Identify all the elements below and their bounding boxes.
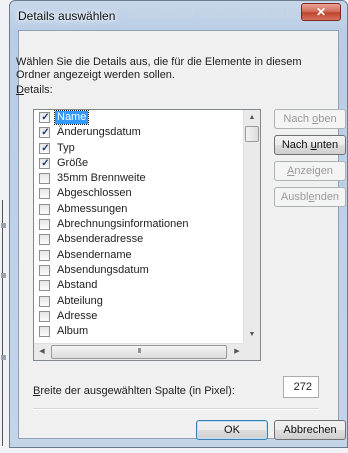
scroll-down-icon[interactable]: ▼ — [244, 327, 260, 343]
list-item[interactable]: ✓ Änderungsdatum — [34, 125, 245, 140]
background-divider — [2, 200, 3, 446]
background-marker — [1, 355, 6, 360]
list-item-label: Name — [53, 110, 90, 125]
title-bar[interactable]: 12.2012 12:38 Microsoft Office... 23 KB … — [10, 1, 347, 29]
list-item[interactable]: ✓ Typ — [34, 141, 245, 156]
list-item-label: Größe — [57, 156, 89, 169]
item-checkbox[interactable]: ✓ — [39, 142, 50, 154]
background-ghost-text: 23 KB — [272, 9, 300, 20]
details-list: ✓ Name ✓ Änderungsdatum ✓ Typ ✓ Größe 35mm Brenn… — [34, 110, 245, 343]
list-item[interactable]: Abgeschlossen — [34, 186, 245, 201]
list-item-label: Abteilung — [57, 294, 103, 307]
details-listbox[interactable]: ✓ Name ✓ Änderungsdatum ✓ Typ ✓ Größe 35mm Brenn… — [33, 109, 261, 361]
background-ghost-text: 12.2012 12:38 — [130, 9, 194, 20]
background-ghost-text: Microsoft Office... — [200, 9, 278, 20]
item-checkbox[interactable] — [39, 310, 50, 322]
background-marker — [1, 273, 6, 278]
item-checkbox[interactable] — [39, 234, 50, 246]
list-item-label: Absendername — [57, 248, 132, 261]
dialog-description: Wählen Sie die Details aus, die für die … — [16, 56, 302, 81]
item-checkbox[interactable] — [39, 219, 50, 231]
item-checkbox[interactable] — [39, 280, 50, 292]
item-checkbox[interactable]: ✓ — [39, 112, 50, 123]
vertical-scroll-thumb[interactable] — [245, 126, 259, 142]
move-down-button[interactable]: Nach unten — [274, 135, 346, 155]
list-item-label: Album — [57, 325, 89, 338]
list-item[interactable]: Album — [34, 324, 245, 339]
horizontal-scroll-thumb[interactable]: III — [51, 345, 227, 359]
background-window-bottom — [0, 448, 348, 453]
move-up-button[interactable]: Nach oben — [274, 109, 346, 129]
list-item-label: Abmessungen — [57, 202, 128, 215]
hide-button[interactable]: Ausblenden — [274, 187, 346, 207]
list-item[interactable]: Abmessungen — [34, 202, 245, 217]
item-checkbox[interactable]: ✓ — [39, 127, 50, 139]
list-item-label: 35mm Brennweite — [57, 172, 146, 185]
cancel-button[interactable]: Abbrechen — [274, 420, 346, 440]
item-checkbox[interactable] — [39, 264, 50, 276]
button-separator — [33, 408, 319, 410]
list-item[interactable]: Absendungsdatum — [34, 263, 245, 278]
checkmark-icon: ✓ — [41, 127, 50, 139]
dialog-title: Details auswählen — [18, 9, 116, 23]
details-label: Details: — [16, 84, 53, 96]
checkmark-icon: ✓ — [41, 142, 50, 154]
list-item-label: Absenderadresse — [57, 233, 144, 246]
list-item[interactable]: Abrechnungsinformationen — [34, 217, 245, 232]
scrollbar-corner — [243, 343, 260, 360]
item-checkbox[interactable] — [39, 326, 50, 338]
list-item-label: Adresse — [57, 309, 98, 322]
list-item[interactable]: ✓ Größe — [34, 156, 245, 171]
list-item-label: Typ — [57, 141, 75, 154]
list-item-label: Abrechnungsinformationen — [57, 218, 189, 231]
list-item[interactable]: Absendername — [34, 248, 245, 263]
list-item-label: Abstand — [57, 279, 98, 292]
item-checkbox[interactable] — [39, 203, 50, 215]
item-checkbox[interactable] — [39, 173, 50, 185]
ok-button[interactable]: OK — [196, 420, 268, 440]
close-icon: ✕ — [315, 5, 327, 19]
list-item[interactable]: Adresse — [34, 309, 245, 324]
list-item[interactable]: Abstand — [34, 278, 245, 293]
show-button[interactable]: Anzeigen — [274, 161, 346, 181]
column-width-label: Breite der ausgewählten Spalte (in Pixel… — [33, 385, 235, 397]
list-item[interactable]: Abteilung — [34, 294, 245, 309]
list-item[interactable]: ✓ Name — [34, 110, 245, 125]
item-checkbox[interactable] — [39, 295, 50, 307]
checkmark-icon: ✓ — [41, 112, 50, 123]
close-button[interactable]: ✕ — [301, 3, 341, 21]
list-item-label: Änderungsdatum — [57, 126, 141, 139]
checkmark-icon: ✓ — [41, 157, 50, 169]
column-width-input[interactable]: 272 — [283, 376, 319, 398]
list-item[interactable]: 35mm Brennweite — [34, 171, 245, 186]
scroll-up-icon[interactable]: ▲ — [244, 110, 260, 126]
vertical-scrollbar[interactable]: ▲ ▼ — [243, 110, 260, 343]
item-checkbox[interactable] — [39, 249, 50, 261]
background-marker — [1, 223, 6, 228]
item-checkbox[interactable]: ✓ — [39, 157, 50, 169]
horizontal-scrollbar[interactable]: ◀ III ▶ — [34, 343, 245, 360]
scroll-left-icon[interactable]: ◀ — [34, 344, 50, 360]
list-item-label: Absendungsdatum — [57, 263, 149, 276]
item-checkbox[interactable] — [39, 188, 50, 200]
list-item[interactable]: Absenderadresse — [34, 232, 245, 247]
list-item-label: Abgeschlossen — [57, 187, 132, 200]
